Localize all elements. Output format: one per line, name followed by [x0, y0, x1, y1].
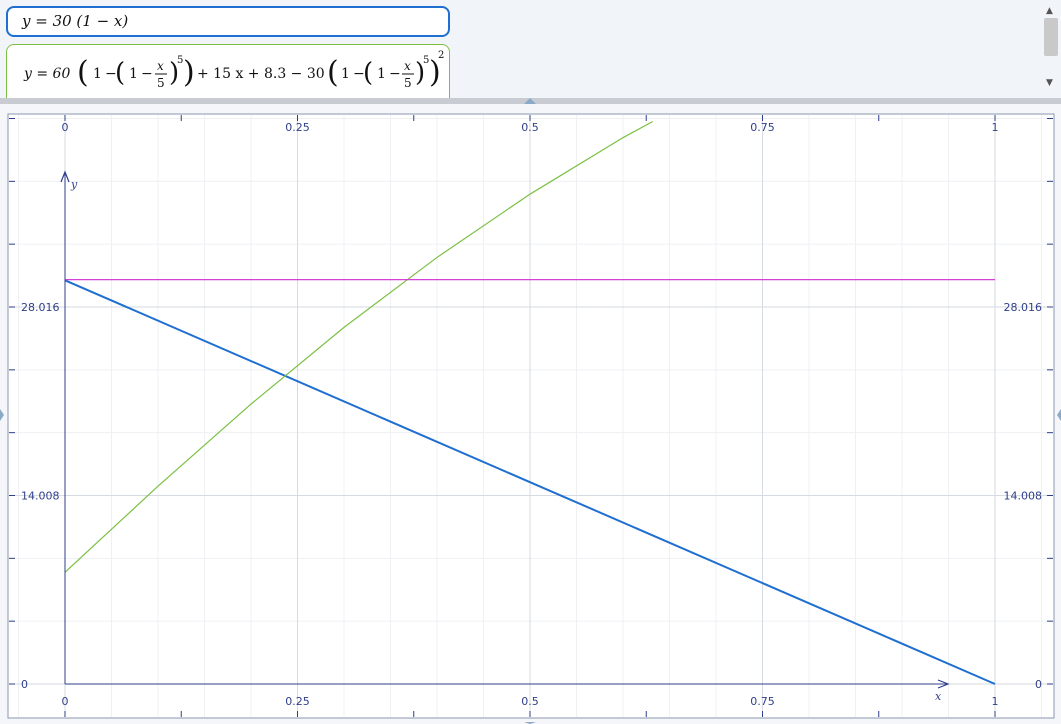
expr2-mid: + 15 x + 8.3 − 30: [197, 66, 325, 82]
expr2-frac-x-b: x: [404, 59, 411, 73]
plot-border: [7, 113, 1055, 719]
x-tick-label-top: 0.5: [521, 121, 539, 134]
expr2-lhs: y = 60: [23, 66, 70, 82]
paren-open-inner: (: [115, 58, 125, 88]
paren-open-outer-2: (: [327, 55, 339, 90]
y-axis-label: y: [70, 178, 78, 191]
expression-panel: y = 30 (1 − x) y = 60 ( 1 − ( 1 − x 5 ) …: [0, 0, 1061, 98]
x-tick-label-bottom: 0.5: [521, 695, 539, 708]
plot-area[interactable]: 0 0 0.25 0.25 0.5 0.5 0.75 0.75 1 1 0 0 14.008 14.008…: [0, 104, 1061, 724]
expression-1-text: y = 30 (1 − x): [22, 12, 129, 30]
paren-open-outer: (: [77, 55, 89, 90]
y-tick-label-right: 0: [1035, 678, 1042, 691]
expr2-one-b: 1: [129, 66, 138, 82]
expr2-one-c: 1: [341, 66, 350, 82]
scroll-up-icon[interactable]: ▲: [1046, 6, 1053, 16]
y-tick-label-right: 28.016: [1004, 301, 1043, 314]
x-tick-label-top: 0.75: [750, 121, 775, 134]
collapse-right-icon[interactable]: [1057, 409, 1061, 421]
x-tick-label-bottom: 0.75: [750, 695, 775, 708]
expr2-minus-d: −: [389, 66, 401, 82]
expr2-one-a: 1: [93, 66, 102, 82]
expression-scrollbar[interactable]: ▲ ▼: [1041, 0, 1061, 98]
expr2-exp2: 2: [438, 50, 444, 61]
expr2-frac-5-b: 5: [404, 76, 412, 90]
x-tick-label-bottom: 0.25: [285, 695, 310, 708]
y-tick-label-left: 28.016: [21, 301, 60, 314]
expression-input-2[interactable]: y = 60 ( 1 − ( 1 − x 5 ) 5 ) + 15 x + 8.…: [6, 44, 450, 98]
paren-open-inner-2: (: [363, 58, 373, 88]
x-tick-label-top: 0.25: [285, 121, 310, 134]
x-tick-label-top: 1: [992, 121, 999, 134]
expression-input-1[interactable]: y = 30 (1 − x): [6, 6, 450, 37]
scroll-thumb[interactable]: [1044, 18, 1058, 56]
y-tick-label-left: 0: [21, 678, 28, 691]
function-plot[interactable]: 0 0 0.25 0.25 0.5 0.5 0.75 0.75 1 1 0 0 14.008 14.008…: [0, 104, 1061, 724]
x-tick-label-bottom: 1: [992, 695, 999, 708]
expr2-one-d: 1: [377, 66, 386, 82]
expression-2-formula: y = 60 ( 1 − ( 1 − x 5 ) 5 ) + 15 x + 8.…: [23, 50, 444, 90]
paren-close-outer: ): [183, 55, 195, 90]
scroll-down-icon[interactable]: ▼: [1046, 78, 1053, 88]
expr2-minus-b: −: [141, 66, 153, 82]
expr2-frac-5-a: 5: [157, 76, 165, 90]
y-tick-label-left: 14.008: [21, 490, 60, 503]
collapse-left-icon[interactable]: [0, 409, 4, 421]
x-axis-label: x: [935, 690, 942, 703]
x-tick-label-top: 0: [62, 121, 69, 134]
x-tick-label-bottom: 0: [62, 695, 69, 708]
expr2-frac-x-a: x: [157, 59, 164, 73]
y-tick-label-right: 14.008: [1004, 490, 1043, 503]
